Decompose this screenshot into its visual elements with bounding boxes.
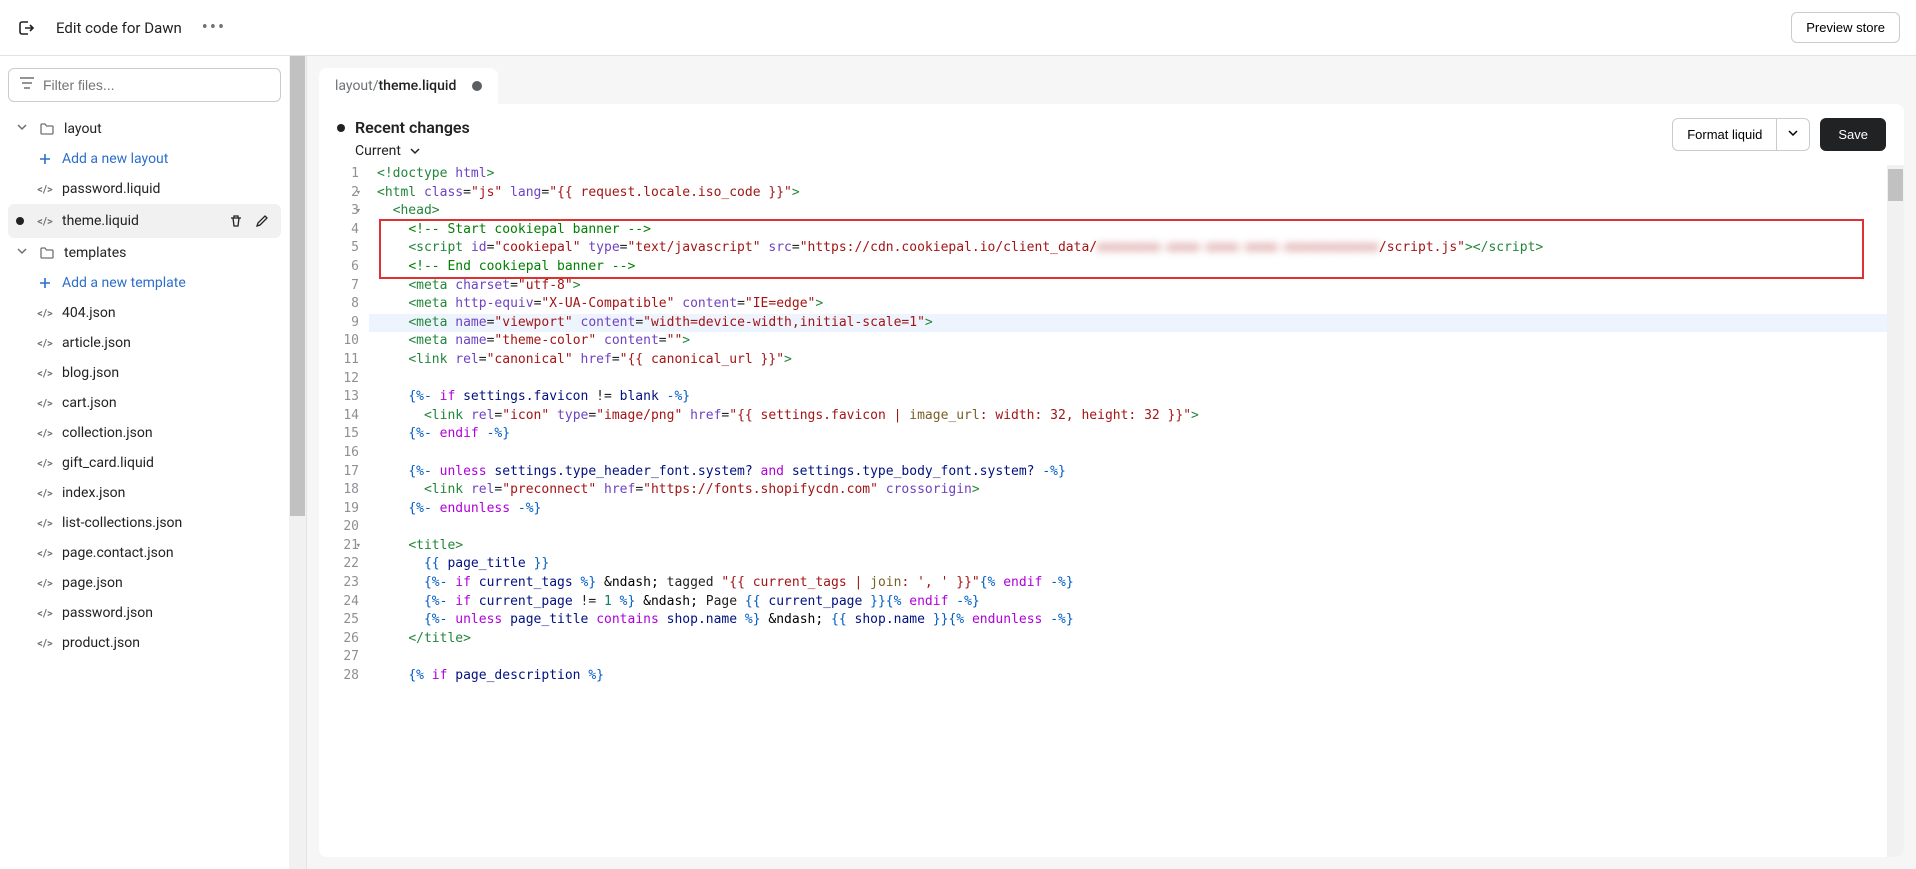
add-label: Add a new template	[62, 275, 273, 291]
filter-files-input[interactable]	[43, 77, 270, 93]
file-product-json[interactable]: </> product.json	[8, 628, 281, 658]
delete-icon[interactable]	[225, 210, 247, 232]
code-file-icon: </>	[36, 544, 54, 562]
file-label: password.json	[62, 605, 273, 621]
code-file-icon: </>	[36, 180, 54, 198]
file-article-json[interactable]: </> article.json	[8, 328, 281, 358]
code-file-icon: </>	[36, 364, 54, 382]
preview-store-button[interactable]: Preview store	[1791, 12, 1900, 43]
file-label: cart.json	[62, 395, 273, 411]
chevron-down-icon	[16, 245, 30, 261]
recent-changes-title: Recent changes	[355, 118, 470, 137]
app-header: Edit code for Dawn ••• Preview store	[0, 0, 1916, 56]
filter-files-box[interactable]	[8, 68, 281, 102]
file-blog-json[interactable]: </> blog.json	[8, 358, 281, 388]
folder-icon	[38, 244, 56, 262]
file-label: theme.liquid	[62, 213, 217, 229]
plus-icon	[36, 150, 54, 168]
tab-dirty-dot	[472, 81, 482, 91]
add-new-templates[interactable]: Add a new template	[8, 268, 281, 298]
add-label: Add a new layout	[62, 151, 273, 167]
file-password-json[interactable]: </> password.json	[8, 598, 281, 628]
code-file-icon: </>	[36, 574, 54, 592]
file-label: password.liquid	[62, 181, 273, 197]
tab-prefix: layout/	[335, 78, 379, 94]
folder-icon	[38, 120, 56, 138]
file-label: article.json	[62, 335, 273, 351]
more-icon[interactable]: •••	[202, 17, 226, 38]
code-editor[interactable]: 12▾3▾456789101112131415161718192021▾2223…	[319, 165, 1904, 857]
line-gutter: 12▾3▾456789101112131415161718192021▾2223…	[319, 165, 369, 857]
code-file-icon: </>	[36, 604, 54, 622]
file-label: page.json	[62, 575, 273, 591]
file-gift_card-liquid[interactable]: </> gift_card.liquid	[8, 448, 281, 478]
file-label: index.json	[62, 485, 273, 501]
code-file-icon: </>	[36, 484, 54, 502]
file-label: product.json	[62, 635, 273, 651]
file-page-json[interactable]: </> page.json	[8, 568, 281, 598]
edit-icon[interactable]	[251, 210, 273, 232]
file-theme-liquid[interactable]: </> theme.liquid	[8, 204, 281, 238]
folder-layout[interactable]: layout	[8, 114, 281, 144]
dirty-dot	[16, 217, 24, 225]
code-file-icon: </>	[36, 304, 54, 322]
code-file-icon: </>	[36, 424, 54, 442]
file-label: list-collections.json	[62, 515, 273, 531]
file-page-contact-json[interactable]: </> page.contact.json	[8, 538, 281, 568]
filter-icon	[19, 76, 35, 94]
sidebar-scrollbar[interactable]	[289, 56, 306, 869]
editor-tabs: layout/theme.liquid	[307, 56, 1916, 104]
recent-changes-dot	[337, 124, 345, 132]
file-password-liquid[interactable]: </> password.liquid	[8, 174, 281, 204]
save-button[interactable]: Save	[1820, 118, 1886, 151]
plus-icon	[36, 274, 54, 292]
chevron-down-icon	[409, 145, 421, 157]
page-title: Edit code for Dawn	[56, 19, 182, 37]
format-liquid-dropdown[interactable]	[1777, 118, 1810, 151]
code-file-icon: </>	[36, 514, 54, 532]
file-cart-json[interactable]: </> cart.json	[8, 388, 281, 418]
add-new-layout[interactable]: Add a new layout	[8, 144, 281, 174]
file-label: gift_card.liquid	[62, 455, 273, 471]
file-collection-json[interactable]: </> collection.json	[8, 418, 281, 448]
tab-name: theme.liquid	[379, 78, 457, 94]
chevron-down-icon	[1787, 127, 1799, 139]
code-file-icon: </>	[36, 394, 54, 412]
file-404-json[interactable]: </> 404.json	[8, 298, 281, 328]
code-file-icon: </>	[36, 454, 54, 472]
file-label: 404.json	[62, 305, 273, 321]
folder-templates[interactable]: templates	[8, 238, 281, 268]
code-file-icon: </>	[36, 334, 54, 352]
current-label: Current	[355, 143, 401, 159]
file-label: collection.json	[62, 425, 273, 441]
code-content[interactable]: <!doctype html><html class="js" lang="{{…	[369, 165, 1887, 857]
code-file-icon: </>	[36, 634, 54, 652]
file-list-collections-json[interactable]: </> list-collections.json	[8, 508, 281, 538]
current-dropdown[interactable]: Current	[337, 143, 470, 159]
file-index-json[interactable]: </> index.json	[8, 478, 281, 508]
file-label: blog.json	[62, 365, 273, 381]
folder-label: templates	[64, 245, 273, 261]
tab-theme-liquid[interactable]: layout/theme.liquid	[319, 68, 498, 104]
file-label: page.contact.json	[62, 545, 273, 561]
format-liquid-button[interactable]: Format liquid	[1672, 118, 1777, 151]
code-file-icon: </>	[36, 212, 54, 230]
folder-label: layout	[64, 121, 273, 137]
exit-icon[interactable]	[16, 18, 36, 38]
editor-scrollbar[interactable]	[1887, 165, 1904, 857]
chevron-down-icon	[16, 121, 30, 137]
format-liquid-button-group: Format liquid	[1672, 118, 1810, 151]
file-sidebar: layout Add a new layout </> password.liquid…	[0, 56, 289, 869]
